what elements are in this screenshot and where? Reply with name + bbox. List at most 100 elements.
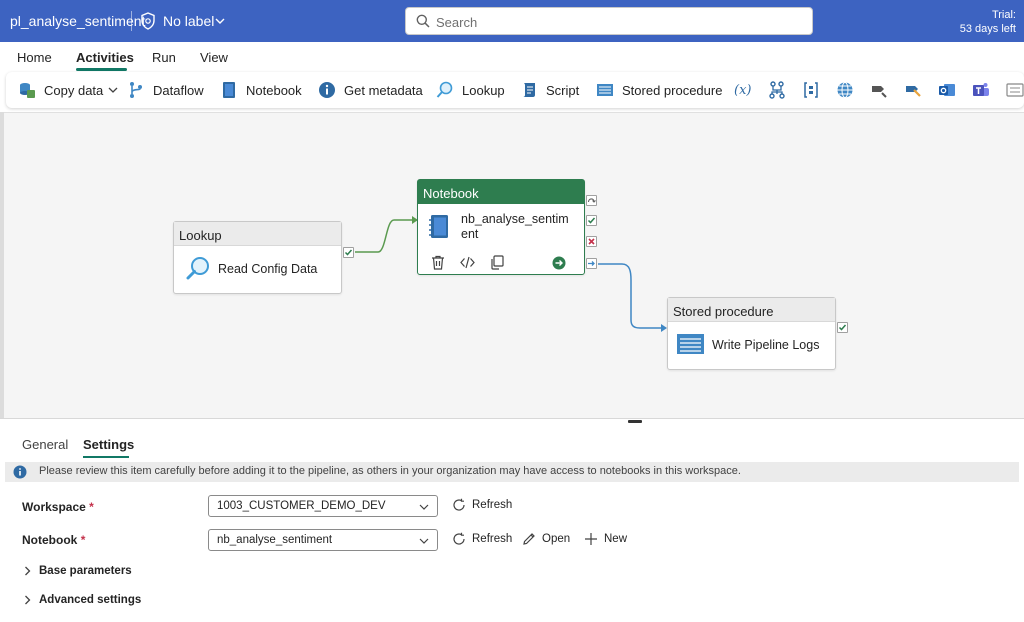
info-message-text: Please review this item carefully before… [39, 465, 741, 477]
canvas-edge [0, 112, 4, 418]
stored-procedure-activity-name: Write Pipeline Logs [712, 338, 820, 352]
copy-icon[interactable] [490, 255, 504, 270]
lookup-label: Lookup [462, 82, 505, 98]
arrow-right-icon [588, 261, 595, 266]
webhook-icon[interactable] [870, 81, 888, 99]
set-variable-icon[interactable]: (x) [734, 72, 751, 108]
tab-general[interactable]: General [22, 437, 68, 452]
edit-pencil-icon [523, 533, 535, 545]
lookup-activity-node[interactable]: Lookup Read Config Data [173, 221, 342, 294]
lookup-icon [186, 257, 209, 280]
chevron-down-icon [419, 504, 429, 510]
info-icon [319, 82, 335, 98]
properties-panel [0, 423, 1024, 622]
notebook-new-button[interactable]: New [584, 532, 627, 546]
notebook-name-line1: nb_analyse_sentim [461, 212, 569, 226]
code-icon[interactable] [460, 256, 475, 269]
notebook-activity-node[interactable]: Notebook nb_analyse_sentim ent [417, 179, 585, 275]
tab-run[interactable]: Run [152, 50, 176, 65]
plus-icon [585, 533, 597, 545]
notebook-name-line2: ent [461, 227, 479, 241]
copy-data-button[interactable]: Copy data [18, 72, 118, 108]
dataflow-label: Dataflow [153, 82, 204, 98]
pipeline-name[interactable]: pl_analyse_sentiment [10, 13, 145, 29]
title-bar: pl_analyse_sentiment No label Trial: 53 … [0, 0, 1024, 42]
workspace-select[interactable]: 1003_CUSTOMER_DEMO_DEV [208, 495, 438, 517]
notebook-label: Notebook [246, 82, 302, 98]
get-metadata-button[interactable]: Get metadata [318, 72, 423, 108]
base-parameters-label: Base parameters [39, 565, 132, 577]
workspace-refresh-button[interactable]: Refresh [452, 498, 512, 512]
stored-procedure-label: Stored procedure [622, 82, 723, 98]
tab-home[interactable]: Home [17, 50, 52, 65]
refresh-icon [453, 498, 465, 511]
script-label: Script [546, 82, 580, 98]
sensitivity-label[interactable]: No label [163, 13, 214, 29]
outlook-icon[interactable] [938, 81, 956, 99]
base-parameters-expander[interactable]: Base parameters [24, 565, 132, 577]
search-input[interactable] [436, 12, 796, 32]
tab-settings[interactable]: Settings [83, 437, 134, 452]
advanced-settings-expander[interactable]: Advanced settings [24, 594, 141, 606]
shield-icon[interactable] [140, 12, 156, 30]
check-icon [344, 249, 353, 256]
notebook-field-label: Notebook * [22, 533, 85, 547]
notebook-completion-port[interactable] [586, 258, 597, 269]
chevron-right-icon [25, 566, 31, 576]
workspace-value: 1003_CUSTOMER_DEMO_DEV [217, 500, 386, 512]
tab-view[interactable]: View [200, 50, 228, 65]
search-box[interactable] [405, 7, 813, 35]
advanced-settings-label: Advanced settings [39, 594, 142, 606]
notebook-label-text: Notebook [22, 533, 78, 547]
lookup-activity-name: Read Config Data [218, 262, 318, 276]
notebook-skip-port[interactable] [586, 195, 597, 206]
check-icon [838, 324, 847, 331]
notebook-refresh-button[interactable]: Refresh [452, 532, 512, 546]
info-message-bar: Please review this item carefully before… [5, 462, 1019, 482]
web-globe-icon[interactable] [836, 81, 854, 99]
required-mark: * [89, 500, 94, 514]
tab-activities[interactable]: Activities [76, 50, 134, 65]
check-icon [587, 217, 596, 224]
dataflow-icon [130, 82, 142, 98]
teams-icon[interactable] [972, 81, 990, 99]
if-condition-icon[interactable] [802, 81, 820, 99]
trial-label: Trial: [991, 9, 1016, 21]
stored-procedure-button[interactable]: Stored procedure [596, 72, 722, 108]
workspace-label: Workspace * [22, 500, 94, 514]
notebook-new-label: New [604, 533, 628, 545]
notebook-button[interactable]: Notebook [220, 72, 302, 108]
chevron-down-icon [419, 538, 429, 544]
trial-status[interactable]: Trial: 53 days left [960, 8, 1016, 36]
title-divider [131, 11, 132, 31]
lookup-button[interactable]: Lookup [436, 72, 505, 108]
notebook-success-port[interactable] [586, 215, 597, 226]
chevron-down-icon[interactable] [215, 16, 225, 26]
script-button[interactable]: Script [520, 72, 579, 108]
info-icon [13, 465, 27, 479]
menu-bar: Home Activities Run View [0, 42, 1024, 72]
stored-procedure-node-header: Stored procedure [668, 298, 835, 322]
required-mark: * [80, 533, 86, 547]
more-activities-icon[interactable] [1006, 81, 1024, 99]
stored-procedure-success-port[interactable] [837, 322, 848, 333]
dataflow-button[interactable]: Dataflow [127, 72, 204, 108]
refresh-icon [453, 532, 465, 545]
active-tab-indicator [76, 68, 127, 71]
search-icon [416, 14, 430, 28]
stored-procedure-icon [677, 334, 704, 354]
go-to-notebook-icon[interactable] [552, 256, 566, 270]
notebook-select[interactable]: nb_analyse_sentiment [208, 529, 438, 551]
notebook-open-button[interactable]: Open [522, 532, 570, 546]
switch-icon[interactable] [768, 81, 786, 99]
trial-days-left: 53 days left [959, 23, 1016, 35]
lookup-success-port[interactable] [343, 247, 354, 258]
stored-procedure-activity-node[interactable]: Stored procedure Write Pipeline Logs [667, 297, 836, 370]
delete-icon[interactable] [431, 255, 445, 270]
chevron-down-icon [108, 87, 118, 93]
azure-function-icon[interactable] [904, 81, 922, 99]
script-icon [523, 83, 535, 97]
get-metadata-label: Get metadata [344, 82, 423, 98]
notebook-failure-port[interactable] [586, 236, 597, 247]
copy-data-icon [20, 83, 35, 98]
